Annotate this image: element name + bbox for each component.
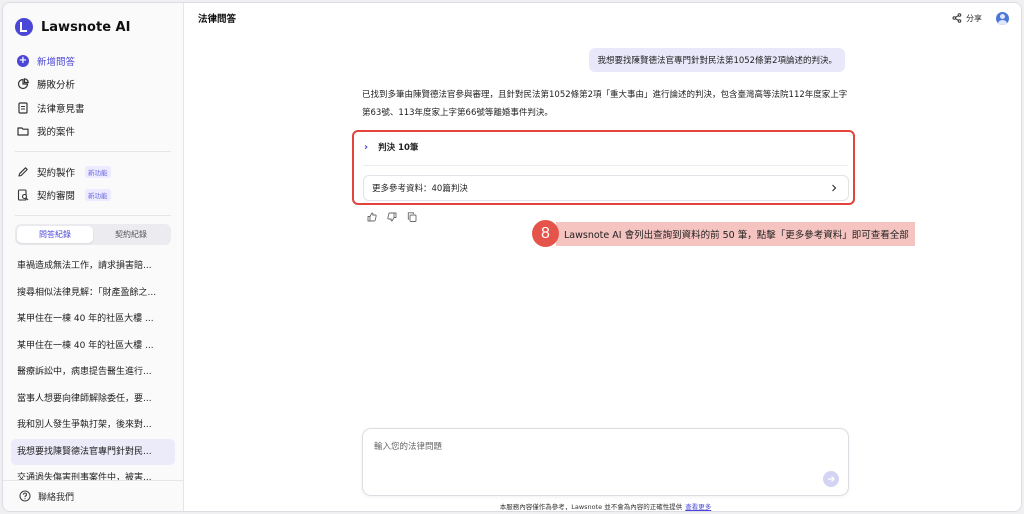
list-item[interactable]: 醫療訴訟中，病患提告醫生進行... [11,359,175,386]
list-item-selected[interactable]: 我想要找陳賢德法官專門針對民... [11,438,175,465]
callout-text: Lawsnote AI 會列出查詢到資料的前 50 筆，點擊「更多參考資料」即可… [556,221,915,246]
page-title: 法律問答 [198,14,237,25]
share-icon [952,13,962,23]
history-tabs: 問答紀錄 契約紀錄 [15,224,171,245]
sidebar-item-label: 法律意見書 [37,103,85,115]
list-item[interactable]: 我和別人發生爭執打架，後來對... [11,412,175,439]
help-icon [19,490,31,502]
contact-us-label: 聯絡我們 [38,492,75,503]
new-feature-badge: 新功能 [85,165,111,178]
chevron-right-icon: › [364,141,369,153]
learn-more-link[interactable]: 查看更多 [685,503,711,511]
assistant-answer: 已找到多筆由陳賢德法官參與審理，且針對民法第1052條第2項「重大事由」進行論述… [362,86,862,122]
sidebar-item-label: 勝敗分析 [37,80,76,92]
answer-text-line: 已找到多筆由陳賢德法官參與審理，且針對民法第1052條第2項「重大事由」進行論述… [362,90,848,100]
thumbs-up-icon[interactable] [367,212,377,222]
answer-text-line: 第63號、113年度家上字第66號等離婚事件判決。 [362,108,553,118]
disclaimer: 本服務內容僅作為參考，Lawsnote 並不會為內容的正確性提供 查看更多 [362,501,849,511]
tab-contract-history[interactable]: 契約紀錄 [93,226,169,243]
sidebar-item-legal-opinion[interactable]: 法律意見書 [9,96,177,120]
list-item[interactable]: 搜尋相似法律見解：「財產盈餘之... [11,280,175,307]
sidebar-item-label: 契約製作 [37,167,76,179]
share-label: 分享 [966,13,982,23]
user-avatar[interactable] [996,11,1009,25]
topbar: 法律問答 分享 [184,3,1021,33]
question-input[interactable] [372,438,816,482]
brand[interactable]: Lawsnote AI [3,3,183,39]
tab-qa-history[interactable]: 問答紀錄 [17,226,93,243]
app-name: Lawsnote AI [41,19,131,35]
question-composer [362,428,849,496]
lawsnote-logo-icon [15,18,33,36]
folder-icon [17,125,29,137]
share-button[interactable]: 分享 [952,13,982,24]
sidebar-item-my-cases[interactable]: 我的案件 [9,120,177,144]
chevron-right-icon [830,184,838,192]
new-qa-label: 新增問答 [37,56,76,68]
divider [15,151,171,152]
pie-chart-icon [17,78,29,90]
feedback-actions [367,212,417,222]
history-list: 車禍造成無法工作，請求損害賠... 搜尋相似法律見解：「財產盈餘之... 某甲住… [3,253,183,492]
pen-icon [17,166,29,178]
divider [15,215,171,216]
new-feature-badge: 新功能 [85,189,111,202]
disclaimer-text: 本服務內容僅作為參考，Lawsnote 並不會為內容的正確性提供 [499,503,683,511]
list-item[interactable]: 當事人想要向律師解除委任，要... [11,386,175,413]
list-item[interactable]: 某甲住在一棟 40 年的社區大樓 ... [11,333,175,360]
tools-menu: 契約製作 新功能 契約審閱 新功能 [3,160,183,207]
new-qa-button[interactable]: + 新增問答 [9,49,177,73]
document-icon [17,102,29,114]
more-references-label: 更多參考資料：40篇判決 [372,184,468,194]
plus-circle-icon: + [17,54,29,67]
main-area: 法律問答 分享 我想要找陳賢德法官專門針對民法第1052條第2項論述的判決。 已… [184,3,1021,511]
list-item[interactable]: 某甲住在一棟 40 年的社區大樓 ... [11,306,175,333]
step-number-badge: 8 [532,220,559,247]
divider [363,165,848,166]
sidebar: Lawsnote AI + 新增問答 勝敗分析 法律意見書 我的案件 契約製作 … [3,3,184,511]
sidebar-item-contract-drafting[interactable]: 契約製作 新功能 [9,160,177,184]
sidebar-item-label: 我的案件 [37,127,76,139]
copy-icon[interactable] [407,212,417,222]
rulings-toggle[interactable]: › 判決 10筆 [364,141,419,154]
sidebar-item-contract-review[interactable]: 契約審閱 新功能 [9,184,177,208]
send-button[interactable] [823,471,839,487]
more-references-button[interactable]: 更多參考資料：40篇判決 [363,175,849,201]
tutorial-callout: 8 Lawsnote AI 會列出查詢到資料的前 50 筆，點擊「更多參考資料」… [532,220,915,247]
arrow-right-icon [827,475,835,483]
sidebar-item-win-loss-analysis[interactable]: 勝敗分析 [9,73,177,97]
sidebar-item-label: 契約審閱 [37,191,76,203]
list-item[interactable]: 車禍造成無法工作，請求損害賠... [11,253,175,280]
app-window: Lawsnote AI + 新增問答 勝敗分析 法律意見書 我的案件 契約製作 … [2,2,1022,512]
main-menu: + 新增問答 勝敗分析 法律意見書 我的案件 [3,39,183,143]
review-icon [17,189,29,201]
user-message-bubble: 我想要找陳賢德法官專門針對民法第1052條第2項論述的判決。 [589,48,845,72]
contact-us-button[interactable]: 聯絡我們 [3,480,183,511]
rulings-label: 判決 10筆 [378,143,419,153]
topbar-actions: 分享 [952,11,1009,25]
thumbs-down-icon[interactable] [387,212,397,222]
